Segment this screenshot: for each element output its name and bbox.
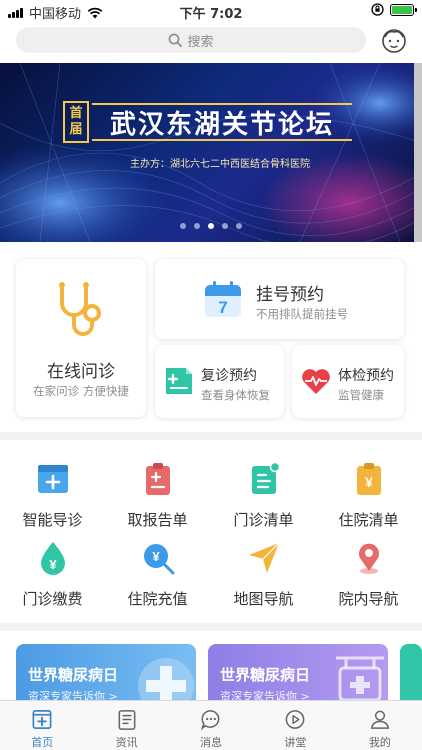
orientation-lock-icon	[371, 3, 384, 16]
carousel-dot[interactable]	[236, 223, 242, 229]
grid-guide[interactable]: 智能导诊	[0, 462, 105, 542]
section-divider	[0, 623, 422, 631]
section-divider	[0, 432, 422, 440]
grid-label: 门诊清单	[233, 511, 294, 529]
grid-payment[interactable]: ¥ 门诊缴费	[0, 541, 105, 621]
grid-label: 住院清单	[338, 511, 399, 529]
tab-label: 首页	[31, 736, 54, 749]
online-consult-title: 在线问诊	[47, 362, 115, 382]
tab-home[interactable]: 首页	[0, 701, 84, 750]
battery-icon	[390, 3, 417, 16]
online-consult-card[interactable]: 在线问诊 在家问诊 方便快捷	[16, 259, 146, 417]
svg-text:7: 7	[218, 298, 227, 317]
banner-carousel[interactable]: 首届 武汉东湖关节论坛 主办方：湖北六七二中西医结合骨科医院	[0, 63, 422, 242]
status-bar: 中国移动 下午 7:02	[0, 0, 422, 22]
news-icon	[118, 710, 136, 730]
tab-messages[interactable]: 消息	[169, 701, 253, 750]
grid-label: 住院充值	[127, 590, 188, 608]
promo-title: 世界糖尿病日	[28, 666, 119, 684]
registration-card[interactable]: 7 挂号预约 不用排队提前挂号	[155, 259, 404, 339]
registration-title: 挂号预约	[256, 285, 324, 305]
physical-exam-card[interactable]: 体检预约 监管健康	[292, 345, 404, 418]
banner-subtitle: 主办方：湖北六七二中西医结合骨科医院	[130, 159, 310, 170]
carousel-dots[interactable]	[0, 223, 422, 229]
online-consult-subtitle: 在家问诊 方便快捷	[33, 384, 129, 398]
home-icon	[32, 710, 52, 729]
grid-label: 门诊缴费	[22, 590, 83, 608]
carousel-dot[interactable]	[180, 223, 186, 229]
promo-card-partial[interactable]	[400, 644, 422, 700]
tab-label: 消息	[200, 736, 223, 749]
play-icon	[286, 710, 305, 729]
map-nav-icon	[249, 542, 280, 573]
user-icon	[370, 710, 389, 729]
exam-subtitle: 监管健康	[338, 388, 384, 402]
grid-map-nav[interactable]: 地图导航	[211, 541, 316, 621]
revisit-subtitle: 查看身体恢复	[201, 388, 270, 402]
search-placeholder: 搜索	[187, 34, 214, 50]
tab-profile[interactable]: 我的	[338, 701, 422, 750]
carousel-dot[interactable]	[194, 223, 200, 229]
promo-card-diabetes[interactable]: 世界糖尿病日 资深专家告诉你 >	[16, 644, 196, 700]
banner-background	[0, 63, 422, 242]
banner-scrollbar	[414, 63, 422, 242]
svg-text:¥: ¥	[49, 557, 57, 572]
svg-text:¥: ¥	[152, 549, 160, 564]
heart-pulse-icon	[302, 369, 330, 394]
tab-label: 资讯	[115, 736, 138, 749]
stethoscope-icon	[59, 282, 101, 336]
outpatient-list-icon	[252, 462, 281, 494]
calendar-icon: 7	[205, 281, 241, 317]
medical-cross-icon	[138, 658, 194, 700]
message-icon	[200, 710, 220, 731]
grid-label: 地图导航	[233, 590, 294, 608]
tab-label: 我的	[368, 736, 391, 749]
hospital-sign-icon	[336, 656, 384, 700]
revisit-form-icon	[166, 368, 192, 394]
carousel-dot[interactable]	[222, 223, 228, 229]
search-icon	[169, 33, 183, 47]
carousel-dot-active[interactable]	[208, 223, 214, 229]
grid-hospital-nav[interactable]: 院内导航	[316, 541, 421, 621]
revisit-title: 复诊预约	[201, 368, 257, 384]
grid-outpatient-list[interactable]: 门诊清单	[211, 462, 316, 542]
grid-report[interactable]: 取报告单	[105, 462, 210, 542]
svg-text:¥: ¥	[365, 474, 373, 490]
promo-title: 世界糖尿病日	[220, 666, 311, 684]
grid-label: 院内导航	[338, 590, 399, 608]
grid-inpatient-list[interactable]: ¥ 住院清单	[316, 462, 421, 542]
grid-label: 取报告单	[127, 511, 188, 529]
banner-title: 武汉东湖关节论坛	[92, 103, 352, 141]
tab-news[interactable]: 资讯	[84, 701, 168, 750]
tab-bar: 首页 资讯 消息 讲堂 我的	[0, 700, 422, 750]
hospital-nav-icon	[359, 543, 379, 574]
promo-card-diabetes-2[interactable]: 世界糖尿病日 资深专家告诉你 >	[208, 644, 388, 700]
exam-title: 体检预约	[338, 368, 394, 384]
search-bar[interactable]: 搜索	[16, 27, 366, 53]
avatar-icon[interactable]	[380, 26, 408, 54]
grid-recharge[interactable]: ¥ 住院充值	[105, 541, 210, 621]
inpatient-list-icon: ¥	[357, 463, 381, 495]
payment-icon: ¥	[41, 542, 65, 575]
report-icon	[146, 463, 170, 495]
guide-icon	[38, 465, 68, 493]
revisit-booking-card[interactable]: 复诊预约 查看身体恢复	[155, 345, 284, 418]
promo-subtitle: 资深专家告诉你 >	[28, 690, 118, 700]
banner-tag: 首届	[63, 101, 89, 143]
clock: 下午 7:02	[179, 7, 243, 22]
tab-lectures[interactable]: 讲堂	[253, 701, 337, 750]
registration-subtitle: 不用排队提前挂号	[256, 307, 348, 321]
recharge-icon: ¥	[144, 544, 175, 575]
promo-subtitle: 资深专家告诉你 >	[220, 690, 310, 700]
grid-label: 智能导诊	[22, 511, 83, 529]
tab-label: 讲堂	[284, 736, 307, 749]
